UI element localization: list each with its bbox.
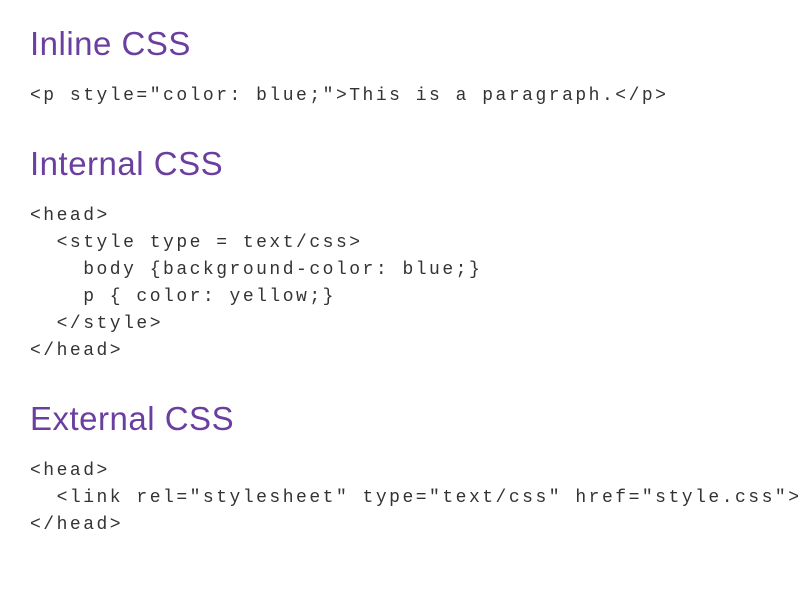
external-css-code: <head> <link rel="stylesheet" type="text… xyxy=(30,458,770,539)
external-css-section: External CSS <head> <link rel="styleshee… xyxy=(30,400,770,539)
external-css-heading: External CSS xyxy=(30,400,770,438)
internal-css-code: <head> <style type = text/css> body {bac… xyxy=(30,203,770,365)
inline-css-section: Inline CSS <p style="color: blue;">This … xyxy=(30,25,770,110)
inline-css-heading: Inline CSS xyxy=(30,25,770,63)
internal-css-section: Internal CSS <head> <style type = text/c… xyxy=(30,145,770,365)
inline-css-code: <p style="color: blue;">This is a paragr… xyxy=(30,83,770,110)
internal-css-heading: Internal CSS xyxy=(30,145,770,183)
